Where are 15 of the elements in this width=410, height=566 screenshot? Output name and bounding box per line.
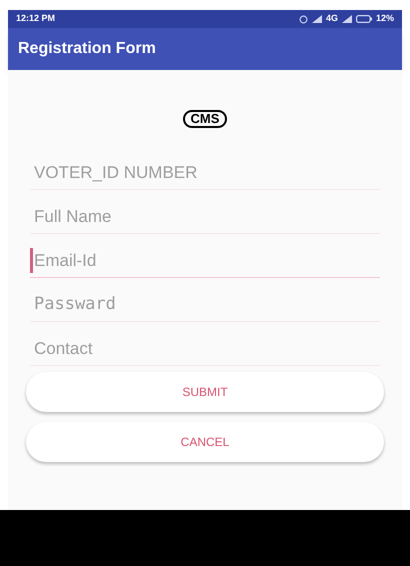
input-field[interactable]: Passward (30, 292, 380, 317)
signal-icon (342, 15, 352, 23)
network-type: 4G (326, 12, 338, 26)
status-time: 12:12 PM (16, 12, 56, 26)
logo: CMS (182, 110, 228, 128)
input-field[interactable]: VOTER_ID NUMBER (30, 160, 380, 185)
battery-icon (356, 15, 372, 23)
form-button[interactable]: SUBMIT (26, 372, 384, 412)
input-field[interactable]: Full Name (30, 204, 380, 229)
form-button[interactable]: CANCEL (26, 422, 384, 462)
battery-level: 12% (376, 12, 394, 26)
input-field[interactable]: Email-Id (30, 248, 380, 273)
input-field[interactable]: Contact (30, 336, 380, 361)
app-title: Registration Form (18, 39, 156, 59)
signal-icon (312, 15, 322, 23)
